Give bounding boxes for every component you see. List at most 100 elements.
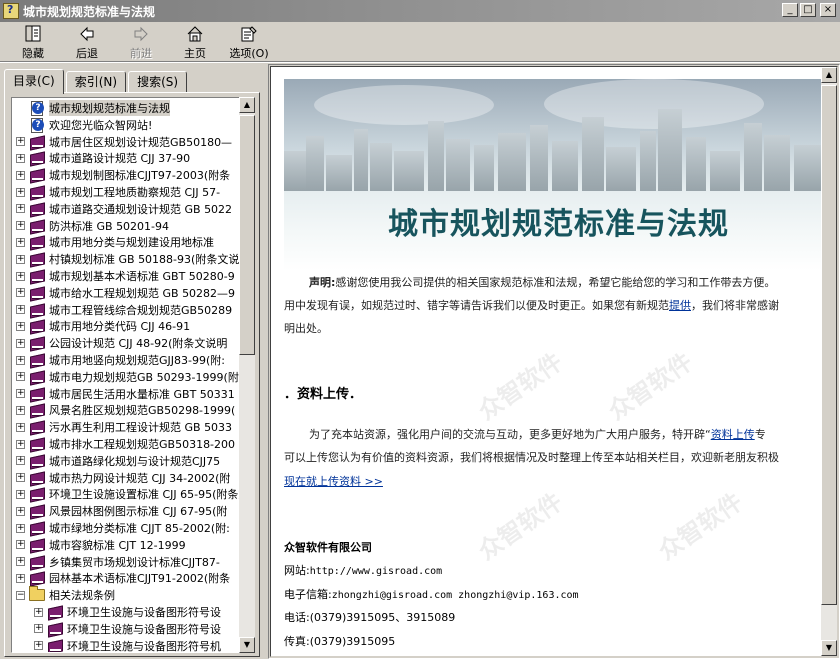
scroll-thumb[interactable]: [821, 85, 837, 605]
minimize-button[interactable]: _: [782, 3, 798, 17]
expand-icon[interactable]: +: [16, 338, 25, 348]
expand-icon[interactable]: +: [16, 473, 25, 483]
expand-icon[interactable]: +: [16, 557, 25, 567]
hide-button[interactable]: 隐藏: [6, 22, 60, 60]
tree-item[interactable]: + 环境卫生设施与设备图形符号机: [34, 638, 221, 652]
tree-item[interactable]: + 城市规划工程地质勘察规范 CJJ 57-: [16, 184, 220, 200]
building-silhouette: [658, 109, 682, 191]
expand-icon[interactable]: +: [16, 254, 25, 264]
book-icon: [29, 253, 45, 266]
expand-icon[interactable]: +: [34, 624, 43, 634]
tree-item[interactable]: + 城市容貌标准 CJT 12-1999: [16, 537, 186, 553]
expand-icon[interactable]: +: [16, 405, 25, 415]
home-button[interactable]: 主页: [168, 22, 222, 60]
expand-icon[interactable]: +: [16, 237, 25, 247]
tree-item[interactable]: 欢迎您光临众智网站!: [16, 117, 152, 133]
expand-icon[interactable]: +: [16, 456, 25, 466]
tree-item[interactable]: + 城市用地竖向规划规范GJJ83-99(附:: [16, 352, 225, 368]
tree-item[interactable]: − 相关法规条例: [16, 586, 115, 603]
upload-now-link[interactable]: 现在就上传资料 >>: [284, 475, 383, 488]
tree-item[interactable]: + 城市工程管线综合规划规范GB50289: [16, 302, 232, 318]
tree-item[interactable]: + 城市规划制图标准CJJT97-2003(附条: [16, 167, 230, 183]
content-view: 城市规划规范标准与法规 众智软件 众智软件 众智软件 众智软件 声明:感谢您使用…: [270, 66, 838, 657]
tree-item[interactable]: + 环境卫生设施与设备图形符号设: [34, 604, 221, 620]
expand-icon[interactable]: +: [16, 288, 25, 298]
expand-icon[interactable]: +: [16, 489, 25, 499]
options-button[interactable]: 选项(O): [222, 22, 276, 60]
book-icon: [29, 455, 45, 467]
expand-icon[interactable]: +: [16, 137, 25, 147]
back-button[interactable]: 后退: [60, 22, 114, 60]
tree-item[interactable]: + 公园设计规范 CJJ 48-92(附条文说明: [16, 335, 227, 351]
tab-index[interactable]: 索引(N): [65, 71, 127, 93]
tree-scrollbar[interactable]: ▲ ▼: [239, 97, 255, 653]
tab-contents[interactable]: 目录(C): [4, 69, 64, 94]
expand-icon[interactable]: +: [16, 573, 25, 583]
tree-item[interactable]: + 防洪标准 GB 50201-94: [16, 218, 169, 234]
tree-item[interactable]: + 城市热力网设计规范 CJJ 34-2002(附: [16, 470, 230, 486]
scroll-down-icon[interactable]: ▼: [239, 637, 255, 653]
expand-icon[interactable]: +: [16, 153, 25, 163]
expand-icon[interactable]: +: [16, 523, 25, 533]
expand-icon[interactable]: +: [16, 271, 25, 281]
expand-icon[interactable]: +: [16, 372, 25, 382]
navigation-pane: 目录(C) 索引(N) 搜索(S) 城市规划规范标准与法规欢迎您光临众智网站! +…: [0, 64, 264, 659]
building-silhouette: [552, 141, 578, 191]
upload-link[interactable]: 资料上传: [711, 428, 755, 441]
tree-item[interactable]: + 城市给水工程规划规范 GB 50282—9: [16, 285, 235, 301]
expand-icon[interactable]: +: [16, 389, 25, 399]
scroll-thumb[interactable]: [239, 115, 255, 355]
tree-item[interactable]: + 城市规划基本术语标准 GBT 50280-9: [16, 268, 235, 284]
expand-icon[interactable]: +: [34, 607, 43, 617]
expand-icon[interactable]: +: [16, 321, 25, 331]
expand-icon[interactable]: +: [16, 305, 25, 315]
tree-item[interactable]: + 城市居住区规划设计规范GB50180—: [16, 134, 232, 150]
tree-item[interactable]: + 城市用地分类代码 CJJ 46-91: [16, 318, 190, 334]
maximize-button[interactable]: □: [800, 3, 816, 17]
tree-item[interactable]: + 城市道路绿化规划与设计规范CJJ75: [16, 453, 220, 469]
tree-item[interactable]: 城市规划规范标准与法规: [16, 100, 170, 116]
tree-item[interactable]: + 城市用地分类与规划建设用地标准: [16, 234, 214, 250]
expand-icon[interactable]: +: [16, 204, 25, 214]
tree-item[interactable]: + 城市道路设计规范 CJJ 37-90: [16, 150, 190, 166]
tab-search[interactable]: 搜索(S): [128, 71, 188, 93]
tree-item[interactable]: + 城市绿地分类标准 CJJT 85-2002(附:: [16, 520, 230, 536]
tree-item[interactable]: + 风景园林图例图示标准 CJJ 67-95(附: [16, 503, 227, 519]
tree-item[interactable]: + 乡镇集贸市场规划设计标准CJJT87-: [16, 554, 220, 570]
window-controls: _ □ ×: [780, 3, 836, 17]
help-app-icon: [3, 3, 19, 19]
scroll-up-icon[interactable]: ▲: [239, 97, 255, 113]
expand-icon[interactable]: +: [16, 540, 25, 550]
tree-item[interactable]: + 污水再生利用工程设计规范 GB 5033: [16, 419, 232, 435]
forward-button[interactable]: 前进: [114, 22, 168, 60]
tree-item[interactable]: + 园林基本术语标准CJJT91-2002(附条: [16, 570, 230, 586]
expand-icon[interactable]: +: [16, 221, 25, 231]
provide-link[interactable]: 提供: [669, 299, 691, 312]
expand-icon[interactable]: +: [16, 187, 25, 197]
contents-tree: 城市规划规范标准与法规欢迎您光临众智网站! + 城市居住区规划设计规范GB50180…: [11, 97, 247, 653]
content-scrollbar[interactable]: ▲ ▼: [821, 67, 837, 656]
tree-item-label: 城市容貌标准 CJT 12-1999: [49, 538, 186, 552]
book-icon: [29, 505, 45, 518]
tree-item[interactable]: + 环境卫生设施设置标准 CJJ 65-95(附条文: [16, 486, 246, 502]
expand-icon[interactable]: +: [16, 439, 25, 449]
expand-icon[interactable]: +: [16, 170, 25, 180]
tree-item[interactable]: + 环境卫生设施与设备图形符号设: [34, 621, 221, 637]
tree-item[interactable]: + 城市居民生活用水量标准 GBT 50331: [16, 386, 235, 402]
book-icon: [29, 337, 45, 350]
expand-icon[interactable]: +: [16, 422, 25, 432]
expand-icon[interactable]: +: [16, 355, 25, 365]
tree-item[interactable]: + 村镇规划标准 GB 50188-93(附条文说: [16, 251, 239, 267]
tree-item[interactable]: + 城市电力规划规范GB 50293-1999(附: [16, 369, 239, 385]
tree-item[interactable]: + 风景名胜区规划规范GB50298-1999(: [16, 402, 235, 418]
expand-icon[interactable]: +: [34, 641, 43, 651]
scroll-up-icon[interactable]: ▲: [821, 67, 837, 83]
tree-item[interactable]: + 城市排水工程规划规范GB50318-200: [16, 436, 235, 452]
collapse-icon[interactable]: −: [16, 590, 25, 600]
phone-value: (0379)3915095、3915089: [309, 611, 456, 624]
tree-item[interactable]: + 城市道路交通规划设计规范 GB 5022: [16, 201, 232, 217]
close-button[interactable]: ×: [820, 3, 836, 17]
expand-icon[interactable]: +: [16, 506, 25, 516]
book-icon: [29, 472, 45, 484]
scroll-down-icon[interactable]: ▼: [821, 640, 837, 656]
